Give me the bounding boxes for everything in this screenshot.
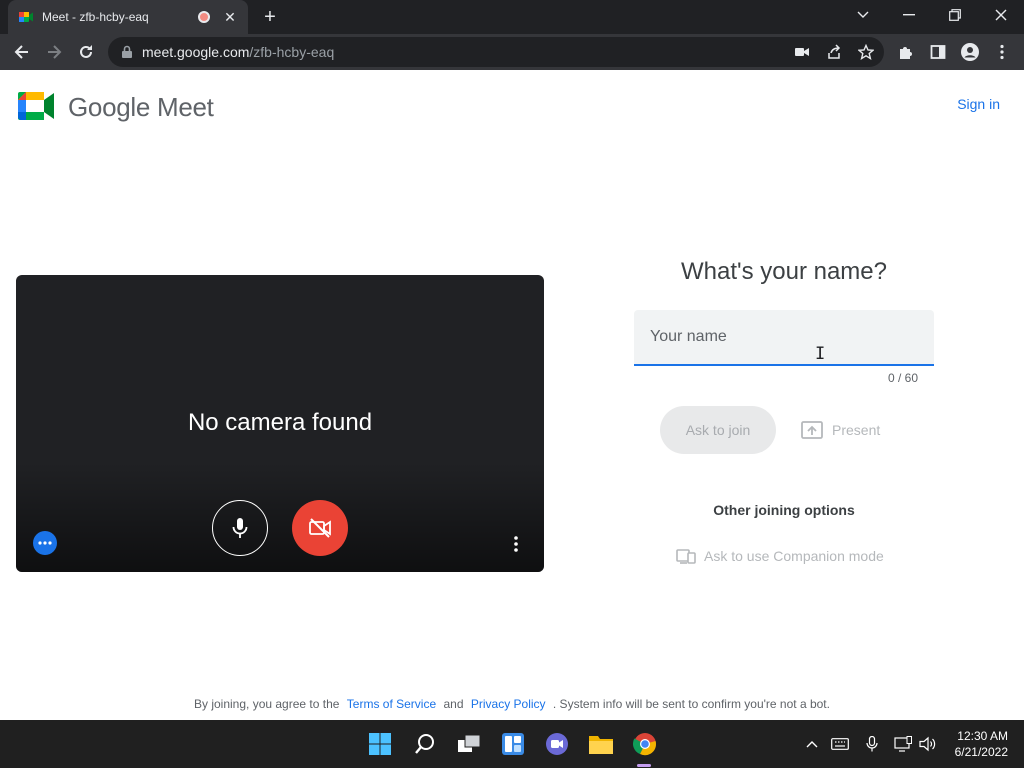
companion-label: Ask to use Companion mode (704, 548, 884, 564)
new-tab-button[interactable]: + (258, 6, 282, 28)
network-icon[interactable] (893, 734, 913, 754)
browser-tab-bar: Meet - zfb-hcby-eaq ✕ + (0, 0, 1024, 34)
extensions-puzzle-icon[interactable] (894, 40, 918, 64)
ask-to-join-button[interactable]: Ask to join (660, 406, 776, 454)
present-label: Present (832, 422, 881, 438)
chrome-icon[interactable] (631, 730, 659, 758)
name-field: I (634, 310, 934, 366)
restore-button[interactable] (932, 0, 978, 30)
present-screen-icon (801, 421, 823, 439)
back-arrow-icon[interactable] (10, 40, 34, 64)
teams-chat-icon[interactable] (543, 730, 571, 758)
companion-devices-icon (676, 549, 696, 564)
keyboard-icon[interactable] (830, 734, 850, 754)
bookmark-star-icon[interactable] (854, 40, 878, 64)
google-meet-logo-icon (18, 92, 54, 120)
microphone-tray-icon[interactable] (862, 734, 882, 754)
brand-name: Google Meet (68, 92, 214, 122)
profile-icon[interactable] (958, 40, 982, 64)
windows-taskbar: 12:30 AM 6/21/2022 (0, 720, 1024, 768)
more-horizontal-icon (38, 541, 52, 545)
name-input[interactable] (634, 310, 934, 364)
text-cursor-icon: I (815, 344, 826, 364)
clock-time: 12:30 AM (957, 729, 1008, 743)
visual-effects-button[interactable] (33, 531, 57, 555)
preview-gradient (16, 462, 544, 572)
meet-favicon-icon (19, 12, 33, 22)
forward-arrow-icon[interactable] (42, 40, 66, 64)
terms-of-service-link[interactable]: Terms of Service (347, 697, 436, 711)
close-window-button[interactable] (978, 0, 1024, 30)
url-path: /zfb-hcby-eaq (249, 44, 335, 60)
camera-off-icon (309, 518, 331, 538)
minimize-button[interactable] (886, 0, 932, 30)
tab-title: Meet - zfb-hcby-eaq (42, 10, 149, 24)
clock-date: 6/21/2022 (954, 745, 1008, 759)
windows-start-icon[interactable] (366, 730, 394, 758)
share-icon[interactable] (822, 40, 846, 64)
more-vertical-icon (514, 536, 518, 552)
companion-mode-button[interactable]: Ask to use Companion mode (676, 546, 884, 566)
footer-suffix: . System info will be sent to confirm yo… (552, 697, 830, 711)
other-joining-options-heading: Other joining options (713, 502, 855, 518)
more-options-button[interactable] (506, 533, 526, 555)
video-preview: No camera found (16, 275, 544, 572)
widgets-icon[interactable] (499, 730, 527, 758)
no-camera-message: No camera found (187, 409, 373, 436)
sign-in-link[interactable]: Sign in (957, 96, 1000, 112)
camera-blocked-icon[interactable] (790, 40, 814, 64)
url-host: meet.google.com (142, 44, 250, 60)
active-app-indicator (637, 764, 651, 767)
file-explorer-icon[interactable] (587, 730, 615, 758)
recording-indicator-icon (198, 11, 210, 23)
side-panel-icon[interactable] (926, 40, 950, 64)
taskbar-clock[interactable]: 12:30 AM 6/21/2022 (955, 728, 1008, 760)
browser-tab[interactable]: Meet - zfb-hcby-eaq ✕ (8, 0, 248, 34)
name-prompt-title: What's your name? (680, 258, 887, 285)
show-hidden-icons-chevron-icon[interactable] (802, 734, 822, 754)
privacy-policy-link[interactable]: Privacy Policy (471, 697, 546, 711)
footer-prefix: By joining, you agree to the (194, 697, 340, 711)
tab-search-icon[interactable] (840, 0, 886, 30)
task-view-icon[interactable] (455, 730, 483, 758)
present-button[interactable]: Present (800, 418, 880, 442)
browser-toolbar: meet.google.com/zfb-hcby-eaq (0, 34, 1024, 70)
microphone-icon (232, 518, 248, 538)
lock-icon (122, 45, 132, 58)
camera-toggle-button[interactable] (292, 500, 348, 556)
reload-icon[interactable] (74, 40, 98, 64)
microphone-toggle-button[interactable] (212, 500, 268, 556)
search-icon[interactable] (411, 730, 439, 758)
address-bar[interactable]: meet.google.com/zfb-hcby-eaq (108, 37, 884, 67)
legal-footer: By joining, you agree to the Terms of Se… (0, 697, 1024, 711)
tab-close-icon[interactable]: ✕ (222, 9, 238, 25)
volume-icon[interactable] (918, 734, 938, 754)
character-counter: 0 / 60 (887, 371, 918, 385)
browser-menu-icon[interactable] (990, 40, 1014, 64)
footer-and: and (443, 697, 464, 711)
